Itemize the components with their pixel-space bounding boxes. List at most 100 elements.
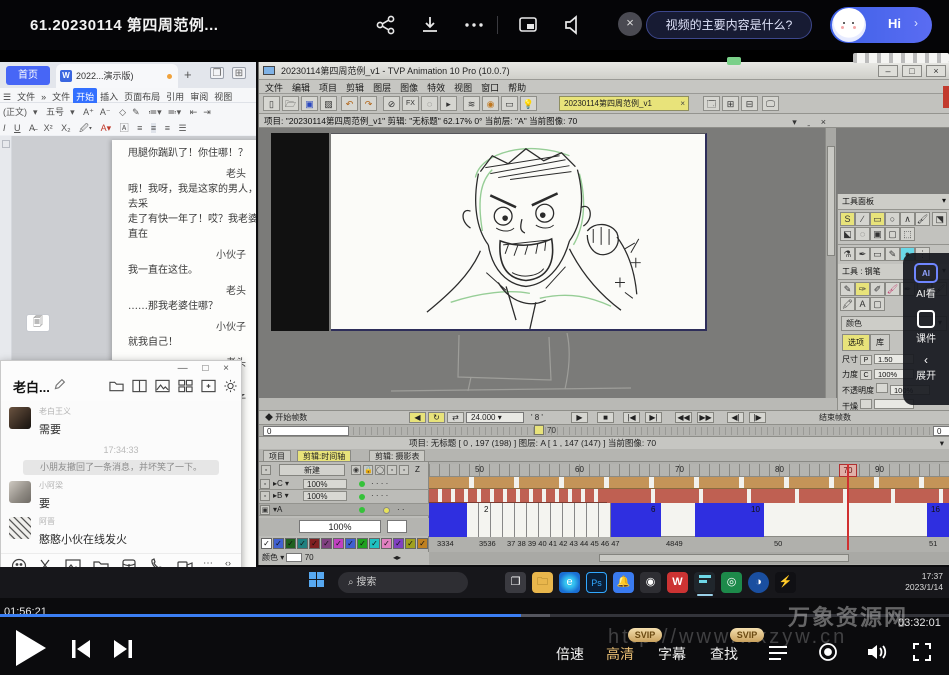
color-wheel-icon[interactable]: ◉	[482, 96, 499, 111]
align-center-icon[interactable]: ≡	[151, 123, 156, 133]
layer-a-opacity-input[interactable]: 100%	[299, 520, 381, 533]
courseware-icon[interactable]	[917, 310, 935, 328]
project-tab[interactable]: 20230114第四周范例_v1×	[559, 96, 689, 111]
pen-mode-icon[interactable]: ✒	[855, 247, 870, 261]
new-layer-button[interactable]: 新建	[279, 464, 345, 476]
tab-clip-timeline[interactable]: 剪辑:时间轴	[297, 450, 351, 462]
menu-item[interactable]: 图像	[400, 81, 418, 93]
tvpaint-app-icon[interactable]	[694, 572, 715, 593]
speed-button[interactable]: 倍速	[556, 644, 584, 664]
frame-ruler[interactable]: 5060708090	[429, 464, 949, 477]
option-key[interactable]	[860, 399, 872, 409]
canvas-vertical-scrollbar[interactable]	[825, 128, 836, 398]
wps-pane-icon[interactable]: ❐	[210, 67, 224, 79]
zoom-tool-icon[interactable]: ◌	[421, 96, 438, 111]
menu-item[interactable]: 窗口	[481, 81, 499, 93]
close-button[interactable]: ×	[926, 65, 946, 77]
frame-scrubber[interactable]	[353, 427, 931, 435]
assistant-close-icon[interactable]: ×	[618, 12, 642, 36]
pencil-brush-icon[interactable]: ✎	[840, 282, 855, 296]
maximize-button[interactable]: □	[902, 65, 922, 77]
ai-question-pill[interactable]: 视频的主要内容是什么?	[646, 11, 812, 39]
wps-home-button[interactable]: 首页	[6, 66, 50, 85]
transform-tool-icon[interactable]: ⬕	[840, 227, 855, 241]
superscript-button[interactable]: X²	[44, 123, 53, 133]
save-icon[interactable]: ▣	[301, 96, 318, 111]
taskbar-clock[interactable]: 17:37 2023/1/14	[905, 571, 943, 593]
subtitle-button[interactable]: 字幕	[658, 644, 686, 664]
table-icon[interactable]: ⊟	[741, 96, 758, 111]
notify-app-icon[interactable]: 🔔	[613, 572, 634, 593]
color-flag-checkbox[interactable]: ✓	[417, 538, 428, 549]
indent-icon[interactable]: ⇤	[190, 107, 198, 118]
courseware-label[interactable]: 课件	[903, 330, 949, 345]
ai-watch-icon[interactable]: AI	[914, 263, 938, 283]
capture-app-icon[interactable]: ◉	[640, 572, 661, 593]
pen-brush-icon[interactable]: ✑	[855, 282, 870, 296]
cursor-tool-icon[interactable]: ▢	[870, 297, 885, 311]
wet-brush-icon[interactable]: 🖌	[885, 282, 900, 296]
light-table-icon[interactable]: 💡	[520, 96, 537, 111]
avatar[interactable]	[9, 517, 31, 539]
color-flag-checkbox[interactable]: ✓	[309, 538, 320, 549]
font-grow-icon[interactable]: A⁺	[83, 107, 94, 118]
quality-button[interactable]: 高清	[606, 644, 634, 664]
stop-icon[interactable]: ■	[597, 412, 614, 423]
char-border-button[interactable]: 🄰	[120, 121, 129, 134]
ai-assistant-button[interactable]: Hi ›	[830, 7, 932, 43]
playhead-line[interactable]	[847, 464, 849, 550]
speaker-toggle-icon[interactable]: ◀	[409, 412, 426, 423]
menu-item[interactable]: 编辑	[292, 81, 310, 93]
zoom-tool-icon[interactable]: ◌	[855, 227, 870, 241]
bullet-list-icon[interactable]: ≔▾	[148, 107, 162, 118]
timeline-h-scrollbar[interactable]	[429, 552, 949, 564]
color-flag-checkbox[interactable]: ✓	[273, 538, 284, 549]
gear-icon[interactable]	[223, 379, 238, 393]
split-view-icon[interactable]	[132, 379, 147, 393]
tab-options[interactable]: 选项	[842, 334, 870, 351]
menu-item[interactable]: 文件	[265, 81, 283, 93]
ai-watch-label[interactable]: AI看	[903, 285, 949, 300]
export-icon[interactable]: ▨	[320, 96, 337, 111]
marker-brush-icon[interactable]: 🖍	[840, 297, 855, 311]
previous-button[interactable]	[70, 638, 92, 665]
track-a[interactable]: 261016	[429, 503, 949, 537]
layer-opacity[interactable]: 100%	[303, 479, 347, 489]
polyline-tool-icon[interactable]: ∧	[900, 212, 915, 226]
lock-col-icon[interactable]: 🔒	[363, 465, 373, 475]
redo-icon[interactable]: ↷	[360, 96, 377, 111]
opacity-col-icon[interactable]: ◯	[375, 465, 385, 475]
spark-app-icon[interactable]: ⚡	[775, 572, 796, 593]
outdent-icon[interactable]: ⇥	[203, 107, 211, 118]
play-icon[interactable]: ▶	[571, 412, 588, 423]
warp-tool-icon[interactable]: ⬔	[932, 212, 947, 226]
browser-app-icon[interactable]: ◑	[748, 572, 769, 593]
paste-options-popup[interactable]: 🗐	[26, 314, 50, 332]
color-swatch[interactable]	[286, 553, 302, 562]
new-window-icon[interactable]	[201, 379, 216, 393]
font-size-select[interactable]: 五号	[46, 105, 64, 118]
photoshop-icon[interactable]: Ps	[586, 572, 607, 593]
no-effect-icon[interactable]: ⊘	[383, 96, 400, 111]
task-view-icon[interactable]: ❐	[505, 572, 526, 593]
first-frame-icon[interactable]: |◀	[623, 412, 640, 423]
new-icon[interactable]: ▯	[263, 96, 280, 111]
find-button[interactable]: 查找	[710, 644, 738, 664]
format-painter-icon[interactable]: ✎	[132, 107, 140, 118]
track-c[interactable]	[429, 477, 949, 489]
menu-item[interactable]: 帮助	[508, 81, 526, 93]
justify-icon[interactable]: ☰	[178, 123, 186, 134]
playlist-icon[interactable]	[768, 644, 788, 667]
menu-item[interactable]: 图层	[373, 81, 391, 93]
expand-label[interactable]: 展开	[903, 367, 949, 382]
color-flag-checkbox[interactable]: ✓	[345, 538, 356, 549]
option-key[interactable]	[876, 383, 888, 393]
taskbar-search[interactable]: ⌕ 搜索	[338, 572, 468, 593]
step-icons[interactable]: ◂▸	[393, 552, 401, 564]
last-frame-icon[interactable]: ▶|	[645, 412, 662, 423]
panel-controls[interactable]: ▾ ˍ ×	[792, 115, 830, 129]
line-tool-icon[interactable]: ∕	[855, 212, 870, 226]
visibility-col-icon[interactable]: ◉	[351, 465, 361, 475]
volume-icon[interactable]	[866, 642, 888, 667]
col-icon-b[interactable]: ▫	[399, 465, 409, 475]
